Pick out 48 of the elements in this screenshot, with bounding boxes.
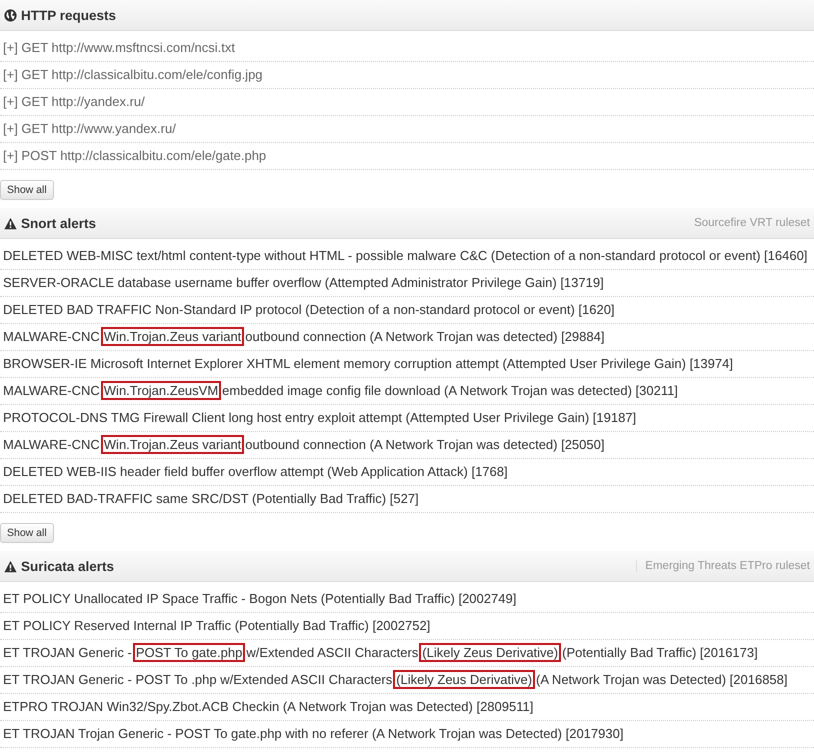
alert-text-part: [+] GET http://www.yandex.ru/ — [3, 121, 176, 136]
alert-text-part: PROTOCOL-DNS TMG Firewall Client long host entry exploit attempt (Attempted User Privilege Gain) [19187] — [3, 410, 636, 425]
alert-text-part: [+] GET http://classicalbitu.com/ele/config.jpg — [3, 67, 263, 82]
show-all-button[interactable]: Show all — [0, 523, 54, 543]
alert-text-part: ETPRO TROJAN Win32/Spy.Zbot.ACB Checkin (A Network Trojan was Detected) [2809511] — [3, 699, 534, 714]
alert-text-part: [+] POST http://classicalbitu.com/ele/gate.php — [3, 148, 266, 163]
ruleset-label: Sourcefire VRT ruleset — [693, 217, 810, 229]
alert-text-part: (Potentially Bad Traffic) [2016173] — [562, 645, 758, 660]
warning-icon — [4, 216, 17, 230]
highlight-box: Win.Trojan.Zeus variant — [100, 327, 244, 346]
alert-text-part: SERVER-ORACLE database username buffer overflow (Attempted Administrator Privilege Gain) [13719] — [3, 275, 604, 290]
alert-text-part: BROWSER-IE Microsoft Internet Explorer XHTML element memory corruption attempt (Attempted User Privilege Gain) [13974] — [3, 356, 733, 371]
warning-icon — [4, 560, 17, 572]
alert-text-part: DELETED WEB-IIS header field buffer overflow attempt (Web Application Attack) [1768] — [3, 464, 508, 479]
highlight-box: (Likely Zeus Derivative) — [393, 670, 536, 689]
list-row[interactable]: [+] GET http://classicalbitu.com/ele/config.jpg — [0, 62, 814, 89]
alert-text-part: ET TROJAN Generic - — [3, 645, 132, 660]
list-row[interactable]: [+] GET http://www.yandex.ru/ — [0, 116, 814, 143]
highlight-box: Win.Trojan.ZeusVM — [100, 381, 222, 400]
section-title: HTTP requests — [21, 8, 116, 22]
alert-text-part: MALWARE-CNC — [3, 329, 100, 344]
ruleset-label: Emerging Threats ETPro ruleset — [636, 560, 810, 572]
alert-text-part: (A Network Trojan was Detected) [2016858] — [536, 672, 788, 687]
highlight-box: POST To gate.php — [132, 643, 246, 662]
highlight-box: Win.Trojan.Zeus variant — [100, 435, 244, 454]
alert-text-part: ET TROJAN Generic - POST To .php w/Extended ASCII Characters — [3, 672, 392, 687]
highlight-box: (Likely Zeus Derivative) — [419, 643, 562, 662]
alert-text-part: MALWARE-CNC — [3, 437, 100, 452]
alert-text-part: w/Extended ASCII Characters — [246, 645, 418, 660]
alert-text-part: DELETED BAD TRAFFIC Non-Standard IP protocol (Detection of a non-standard protocol or event) [1620] — [3, 302, 615, 317]
globe-icon — [4, 8, 17, 22]
list-row[interactable]: [+] GET http://www.msftncsi.com/ncsi.txt — [0, 35, 814, 62]
alert-text-part: DELETED WEB-MISC text/html content-type without HTML - possible malware C&C (Detection of a non-standard protocol or event) [16460] — [3, 248, 808, 263]
alert-text-part: DELETED BAD-TRAFFIC same SRC/DST (Potentially Bad Traffic) [527] — [3, 491, 419, 506]
alert-text-part: ET POLICY Unallocated IP Space Traffic - Bogon Nets (Potentially Bad Traffic) [2002749] — [3, 591, 516, 606]
show-all-button[interactable]: Show all — [0, 180, 54, 200]
alert-text-part: outbound connection (A Network Trojan was detected) [29884] — [245, 329, 604, 344]
alert-text-part: ET POLICY Reserved Internal IP Traffic (Potentially Bad Traffic) [2002752] — [3, 618, 430, 633]
alert-text-part: [+] GET http://www.msftncsi.com/ncsi.txt — [3, 40, 236, 55]
list-row[interactable]: [+] POST http://classicalbitu.com/ele/gate.php — [0, 143, 814, 170]
alert-text-part: embedded image config file download (A Network Trojan was detected) [30211] — [222, 383, 678, 398]
alert-text-part: [+] GET http://yandex.ru/ — [3, 94, 145, 109]
alert-text-part: ET TROJAN Trojan Generic - POST To gate.php with no referer (A Network Trojan was Detected) [2017930] — [3, 726, 624, 741]
section-title: Snort alerts — [21, 216, 96, 230]
section-title: Suricata alerts — [21, 558, 114, 574]
list-row[interactable]: [+] GET http://yandex.ru/ — [0, 89, 814, 116]
alert-text-part: outbound connection (A Network Trojan was detected) [25050] — [245, 437, 604, 452]
alert-text-part: MALWARE-CNC — [3, 383, 100, 398]
